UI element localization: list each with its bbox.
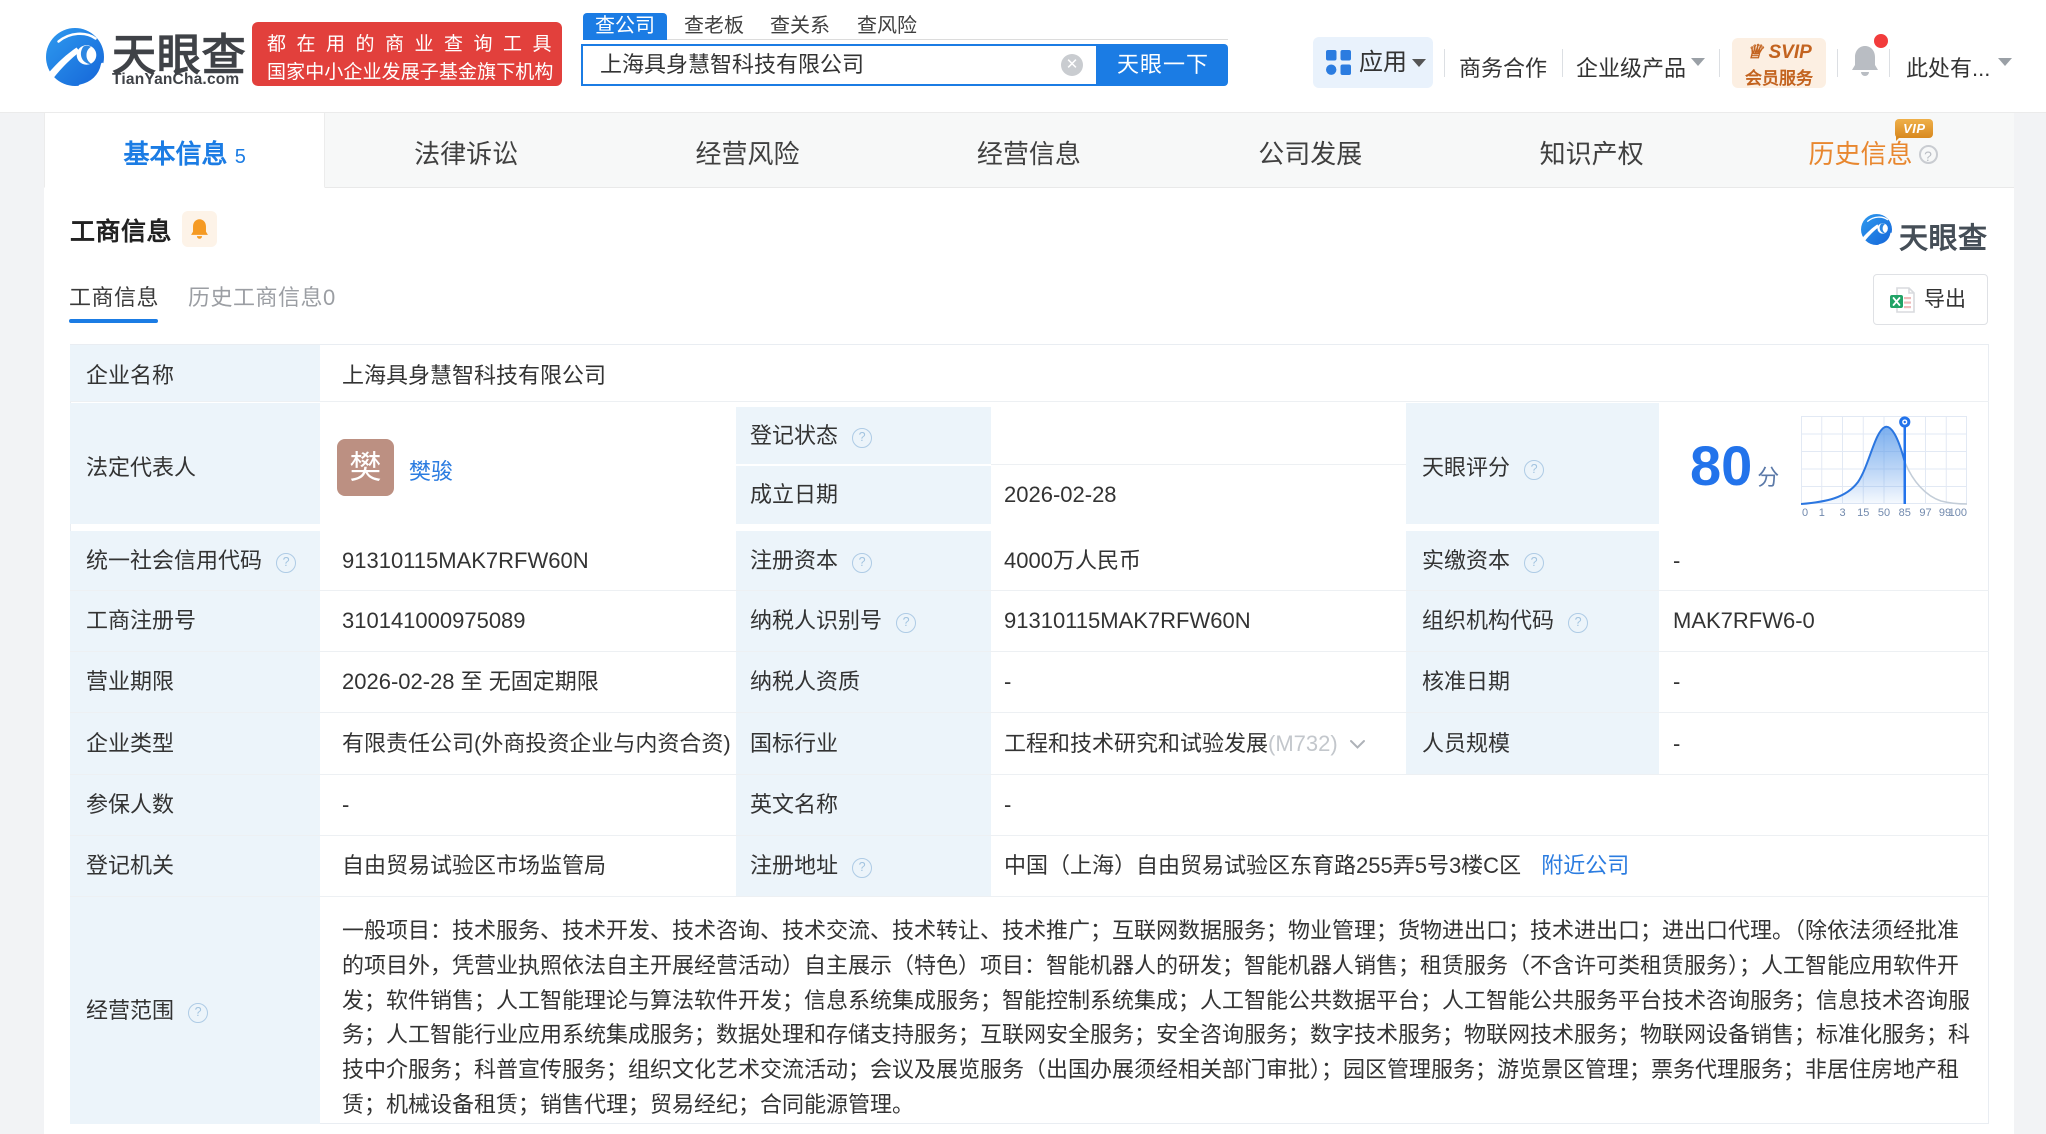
svg-text:1: 1 (1819, 507, 1825, 518)
svg-text:50: 50 (1878, 507, 1890, 518)
svg-text:15: 15 (1857, 507, 1869, 518)
svg-text:0: 0 (1802, 507, 1808, 518)
svg-text:97: 97 (1919, 507, 1931, 518)
svg-text:100: 100 (1949, 507, 1967, 518)
svg-text:3: 3 (1839, 507, 1845, 518)
svg-text:85: 85 (1899, 507, 1911, 518)
